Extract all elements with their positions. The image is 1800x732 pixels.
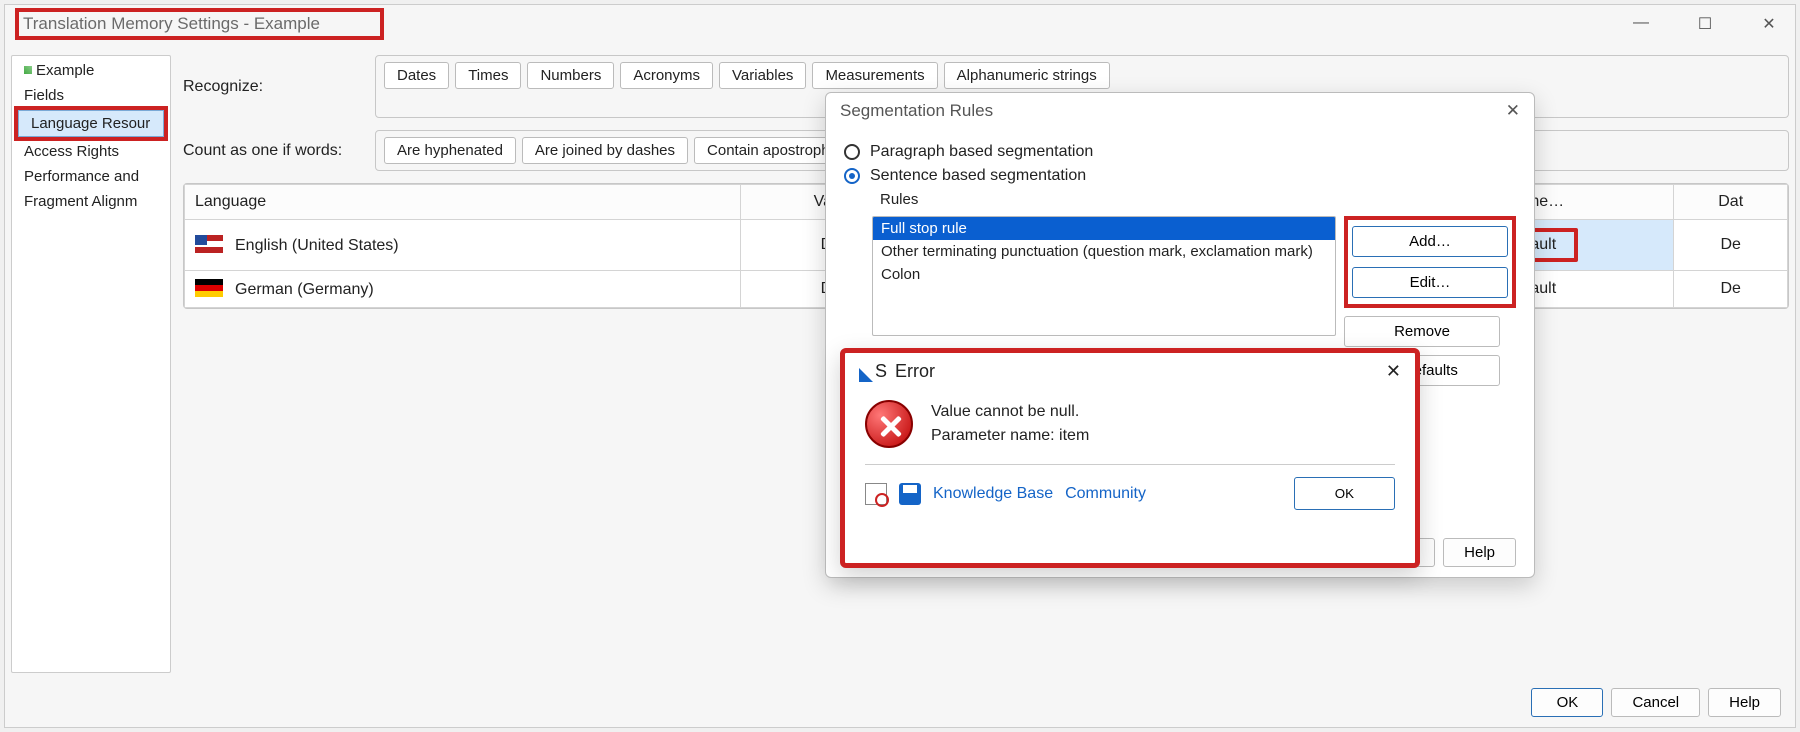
error-ok-button[interactable]: OK: [1294, 477, 1395, 510]
pill-dates[interactable]: Dates: [384, 62, 449, 89]
main-footer: OK Cancel Help: [1531, 688, 1781, 717]
error-title: Error: [895, 361, 1386, 382]
radio-sentence[interactable]: Sentence based segmentation: [844, 167, 1516, 185]
help-button[interactable]: Help: [1708, 688, 1781, 717]
count-label: Count as one if words:: [183, 142, 355, 160]
pill-measurements[interactable]: Measurements: [812, 62, 937, 89]
close-button[interactable]: ✕: [1751, 14, 1787, 34]
seg-help-button[interactable]: Help: [1443, 538, 1516, 567]
rule-item[interactable]: Colon: [873, 263, 1335, 286]
flag-de-icon: [195, 279, 223, 297]
col-language[interactable]: Language: [185, 185, 741, 220]
flag-us-icon: [195, 235, 223, 253]
window-controls: — ☐ ✕: [1623, 14, 1787, 34]
sidebar-item-fragment-alignment[interactable]: Fragment Alignm: [12, 189, 170, 214]
pill-alphanumeric[interactable]: Alphanumeric strings: [944, 62, 1110, 89]
knowledge-base-link[interactable]: Knowledge Base: [933, 485, 1053, 503]
sidebar-item-language-resources[interactable]: Language Resour: [18, 110, 164, 137]
tree-icon: [24, 66, 32, 74]
maximize-button[interactable]: ☐: [1687, 14, 1723, 34]
sidebar-item-performance[interactable]: Performance and: [12, 164, 170, 189]
sidebar-item-fields[interactable]: Fields: [12, 83, 170, 108]
radio-paragraph[interactable]: Paragraph based segmentation: [844, 143, 1516, 161]
rule-item[interactable]: Full stop rule: [873, 217, 1335, 240]
ok-button[interactable]: OK: [1531, 688, 1603, 717]
edit-rule-button[interactable]: Edit…: [1352, 267, 1508, 298]
window-title: Translation Memory Settings - Example: [15, 8, 384, 40]
pill-numbers[interactable]: Numbers: [527, 62, 614, 89]
app-s-icon: S: [859, 361, 887, 382]
error-message: Value cannot be null. Parameter name: it…: [931, 400, 1089, 448]
rules-label: Rules: [880, 191, 1516, 208]
pill-hyphenated[interactable]: Are hyphenated: [384, 137, 516, 164]
cancel-button[interactable]: Cancel: [1611, 688, 1700, 717]
pill-times[interactable]: Times: [455, 62, 521, 89]
add-rule-button[interactable]: Add…: [1352, 226, 1508, 257]
save-icon: [899, 483, 921, 505]
add-edit-highlight: Add… Edit…: [1344, 216, 1516, 308]
community-link[interactable]: Community: [1065, 485, 1146, 503]
error-close-icon[interactable]: ✕: [1386, 361, 1401, 382]
pill-variables[interactable]: Variables: [719, 62, 806, 89]
sidebar: Example Fields Language Resour Access Ri…: [11, 55, 171, 673]
titlebar: Translation Memory Settings - Example — …: [5, 5, 1795, 43]
pill-acronyms[interactable]: Acronyms: [620, 62, 713, 89]
sidebar-item-example[interactable]: Example: [12, 58, 170, 83]
seg-titlebar: Segmentation Rules ✕: [826, 93, 1534, 129]
error-dialog: S Error ✕ Value cannot be null. Paramete…: [840, 348, 1420, 568]
error-icon: [865, 400, 913, 448]
recognize-label: Recognize:: [183, 78, 355, 96]
col-dates[interactable]: Dat: [1674, 185, 1788, 220]
seg-title: Segmentation Rules: [840, 101, 993, 121]
error-links: Knowledge Base Community: [865, 483, 1146, 505]
seg-close-icon[interactable]: ✕: [1506, 101, 1520, 121]
rule-item[interactable]: Other terminating punctuation (question …: [873, 240, 1335, 263]
page-icon: [865, 483, 887, 505]
divider: [865, 464, 1395, 465]
rules-list[interactable]: Full stop rule Other terminating punctua…: [872, 216, 1336, 336]
sidebar-highlight: Language Resour: [14, 106, 168, 141]
error-titlebar: S Error ✕: [845, 353, 1415, 390]
pill-dashes[interactable]: Are joined by dashes: [522, 137, 688, 164]
radio-on-icon: [844, 168, 860, 184]
minimize-button[interactable]: —: [1623, 14, 1659, 34]
remove-rule-button[interactable]: Remove: [1344, 316, 1500, 347]
sidebar-item-access-rights[interactable]: Access Rights: [12, 139, 170, 164]
radio-off-icon: [844, 144, 860, 160]
